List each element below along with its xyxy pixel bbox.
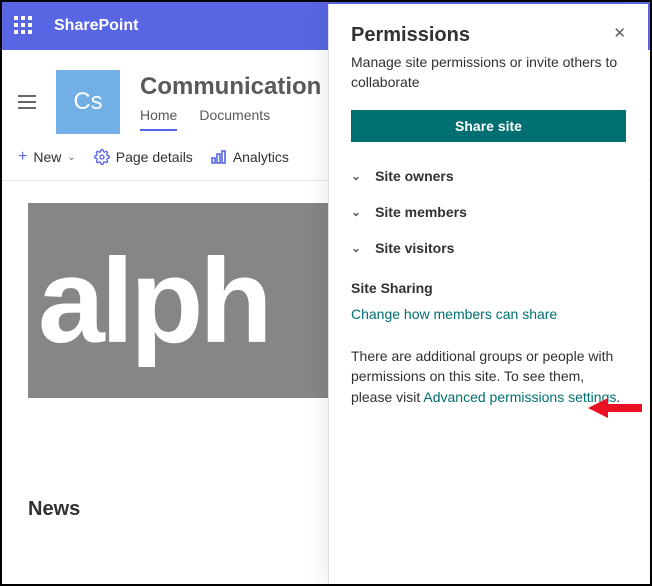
close-icon[interactable]: ✕ [613, 24, 626, 42]
panel-subtitle: Manage site permissions or invite others… [351, 53, 626, 92]
chevron-down-icon: ⌄ [351, 205, 361, 219]
site-logo[interactable]: Cs [56, 70, 120, 134]
analytics-button[interactable]: Analytics [211, 149, 289, 165]
site-members-row[interactable]: ⌄ Site members [351, 194, 626, 230]
page-details-label: Page details [116, 149, 193, 165]
site-members-label: Site members [375, 204, 467, 220]
panel-title: Permissions [351, 24, 470, 47]
arrow-left-icon [588, 396, 642, 420]
page-details-button[interactable]: Page details [94, 149, 193, 165]
chevron-down-icon: ⌄ [351, 169, 361, 183]
annotation-arrow [588, 396, 642, 420]
hero-text: alph [38, 241, 269, 361]
new-label: New [33, 149, 61, 165]
chevron-down-icon: ⌄ [351, 241, 361, 255]
share-site-button[interactable]: Share site [351, 110, 626, 142]
new-button[interactable]: + New ⌄ [18, 148, 76, 166]
additional-permissions-text: There are additional groups or people wi… [351, 346, 626, 407]
brand-label[interactable]: SharePoint [54, 17, 138, 35]
gear-icon [94, 149, 110, 165]
site-nav: Home Documents [140, 107, 321, 131]
permissions-panel: Permissions ✕ Manage site permissions or… [328, 4, 648, 584]
analytics-label: Analytics [233, 149, 289, 165]
site-sharing-heading: Site Sharing [351, 280, 626, 296]
site-owners-label: Site owners [375, 168, 454, 184]
site-title: Communication [140, 73, 321, 101]
app-launcher-icon[interactable] [14, 16, 34, 36]
plus-icon: + [18, 148, 27, 166]
site-visitors-label: Site visitors [375, 240, 454, 256]
nav-home[interactable]: Home [140, 107, 177, 131]
change-share-link[interactable]: Change how members can share [351, 306, 626, 322]
analytics-icon [211, 150, 227, 164]
nav-documents[interactable]: Documents [199, 107, 270, 131]
chevron-down-icon: ⌄ [67, 152, 75, 163]
site-visitors-row[interactable]: ⌄ Site visitors [351, 230, 626, 266]
site-owners-row[interactable]: ⌄ Site owners [351, 158, 626, 194]
menu-icon[interactable] [18, 95, 36, 109]
